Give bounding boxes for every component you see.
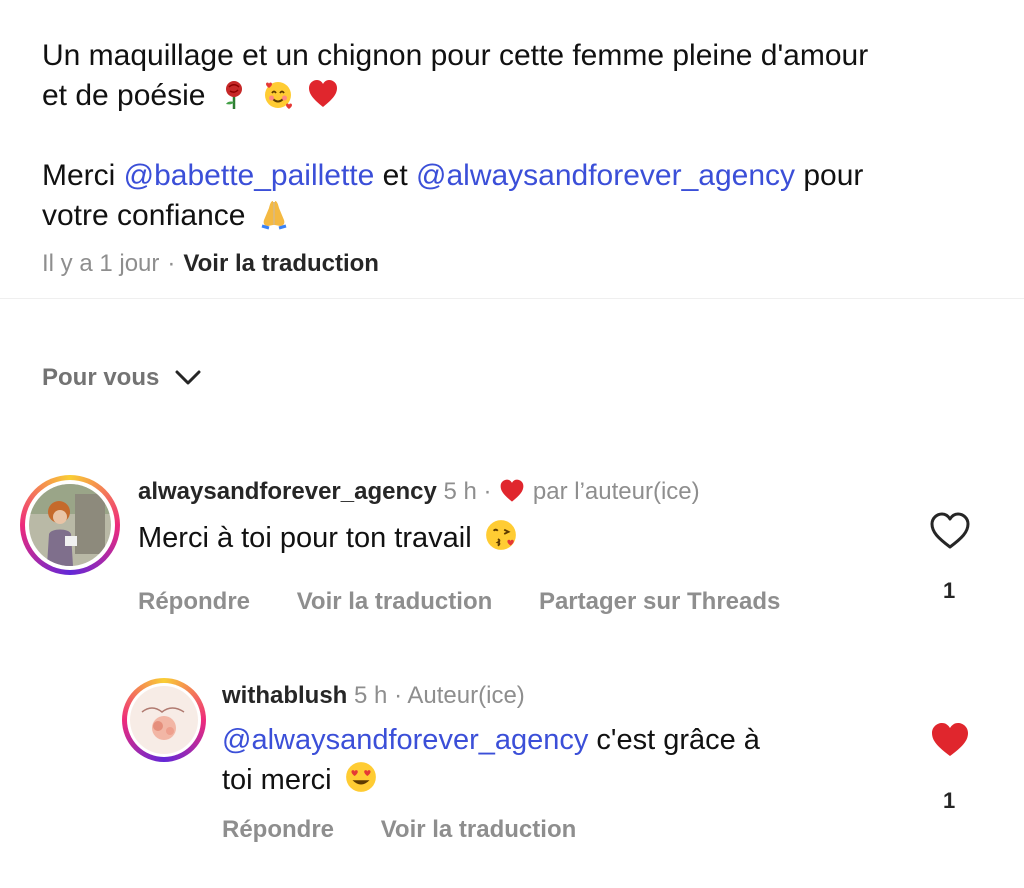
caption-line-4-text: votre confiance <box>42 199 246 232</box>
reply-mention[interactable]: @alwaysandforever_agency <box>222 724 588 756</box>
reply-time: 5 h <box>354 682 388 709</box>
reply-line-2: toi merci <box>222 760 862 800</box>
see-translation-button[interactable]: Voir la traduction <box>297 588 493 615</box>
reply-text: @alwaysandforever_agency c'est grâce à t… <box>222 720 862 800</box>
comment-username[interactable]: alwaysandforever_agency <box>138 478 437 505</box>
reply-separator: · <box>394 682 403 709</box>
like-count: 1 <box>943 578 956 603</box>
meta-separator: · <box>167 250 176 277</box>
reply-text-line2: toi merci <box>222 764 332 796</box>
profile-photo <box>29 484 111 566</box>
avatar-withablush[interactable] <box>122 678 206 762</box>
post-time: Il y a 1 jour <box>42 250 160 277</box>
divider <box>0 298 1024 299</box>
reply-text-rest: c'est grâce à <box>588 724 760 756</box>
caption-line-3-mid: et <box>374 159 417 192</box>
mention-babette[interactable]: @babette_paillette <box>124 159 375 192</box>
comment-body: Merci à toi pour ton travail <box>138 522 472 554</box>
reply-username[interactable]: withablush <box>222 682 347 709</box>
comment-time: 5 h <box>443 478 477 505</box>
liked-by-author: par l’auteur(ice) <box>532 478 700 505</box>
reply-button[interactable]: Répondre <box>138 588 250 615</box>
like-count: 1 <box>943 788 956 813</box>
comment-sort-selector[interactable]: Pour vous <box>42 364 201 392</box>
chevron-down-icon <box>175 370 201 385</box>
comment-actions: Répondre Voir la traduction Partager sur… <box>138 588 820 616</box>
caption-line-3-prefix: Merci <box>42 159 124 192</box>
caption-gap <box>42 116 992 156</box>
face-blowing-kiss-icon <box>485 520 516 550</box>
sort-label: Pour vous <box>42 364 160 391</box>
post-caption: Un maquillage et un chignon pour cette f… <box>42 36 992 236</box>
comment-text: Merci à toi pour ton travail <box>138 518 518 558</box>
see-translation-button[interactable]: Voir la traduction <box>381 816 577 843</box>
reply-actions: Répondre Voir la traduction <box>222 816 616 844</box>
red-heart-icon <box>500 479 524 502</box>
caption-line-2: et de poésie <box>42 76 992 116</box>
reply-line-1: @alwaysandforever_agency c'est grâce à <box>222 720 862 760</box>
caption-line-3: Merci @babette_paillette et @alwaysandfo… <box>42 156 992 196</box>
heart-outline-icon[interactable] <box>929 511 971 551</box>
caption-line-4: votre confiance <box>42 196 992 236</box>
avatar-alwaysandforever[interactable] <box>20 475 120 575</box>
heart-eyes-icon <box>345 762 376 792</box>
author-badge: Auteur(ice) <box>407 682 525 709</box>
smiling-face-with-hearts-icon <box>265 82 293 109</box>
folded-hands-icon <box>261 201 287 230</box>
caption-line-1: Un maquillage et un chignon pour cette f… <box>42 39 869 72</box>
comment-separator: · <box>483 478 492 505</box>
reply-button[interactable]: Répondre <box>222 816 334 843</box>
mention-agency[interactable]: @alwaysandforever_agency <box>416 159 795 192</box>
share-on-threads-button[interactable]: Partager sur Threads <box>539 588 780 615</box>
reply-header: withablush 5 h · Auteur(ice) <box>222 682 525 710</box>
comment-header: alwaysandforever_agency 5 h · par l’aute… <box>138 478 700 506</box>
profile-logo <box>130 686 198 754</box>
see-translation-link[interactable]: Voir la traduction <box>183 250 379 277</box>
red-heart-icon <box>308 80 337 107</box>
rose-icon <box>225 81 242 109</box>
heart-filled-icon[interactable] <box>929 720 971 760</box>
caption-line-3-suffix: pour <box>795 159 864 192</box>
post-meta: Il y a 1 jour · Voir la traduction <box>42 250 379 278</box>
caption-line-2-text: et de poésie <box>42 79 206 112</box>
